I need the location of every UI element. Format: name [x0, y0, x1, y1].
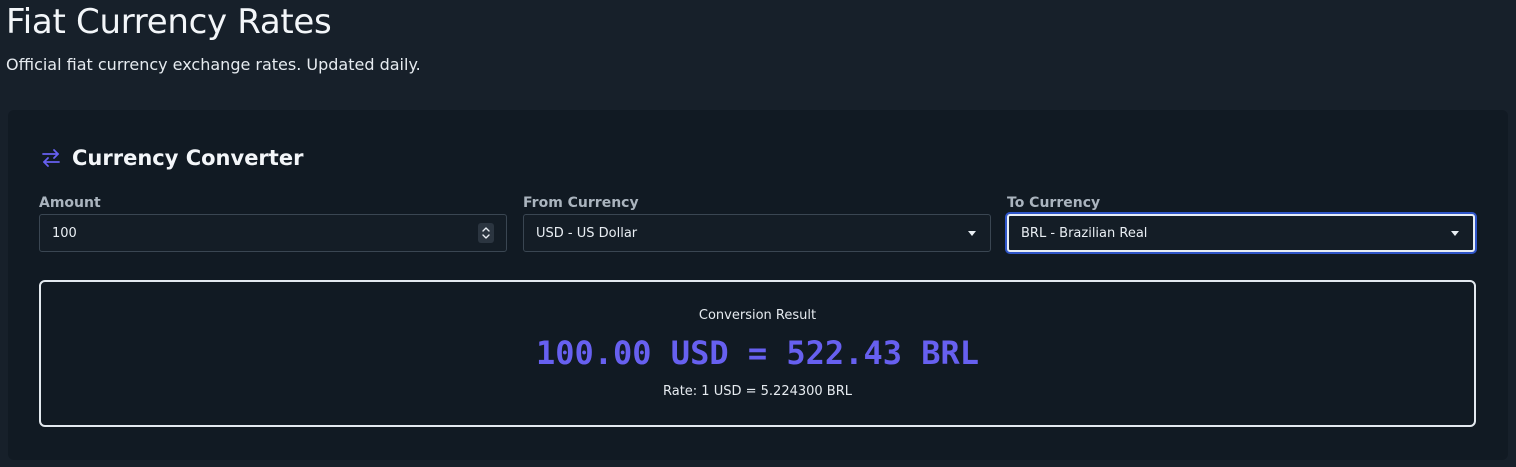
amount-stepper[interactable]	[478, 223, 494, 243]
chevron-down-icon	[1451, 230, 1459, 236]
page: Fiat Currency Rates Official fiat curren…	[0, 0, 1516, 467]
conversion-result-box: Conversion Result 100.00 USD = 522.43 BR…	[39, 280, 1476, 427]
conversion-rate-text: Rate: 1 USD = 5.224300 BRL	[662, 384, 852, 399]
to-currency-value: BRL - Brazilian Real	[1021, 225, 1148, 241]
currency-converter-card: Currency Converter Amount From Currency …	[8, 110, 1508, 460]
conversion-result-label: Conversion Result	[698, 308, 817, 323]
to-currency-select[interactable]: BRL - Brazilian Real	[1007, 214, 1475, 252]
chevron-down-icon	[968, 230, 976, 236]
amount-input[interactable]	[52, 225, 452, 241]
page-title: Fiat Currency Rates	[6, 2, 332, 42]
amount-field: Amount	[39, 195, 507, 252]
amount-label: Amount	[39, 195, 101, 211]
to-currency-label: To Currency	[1007, 195, 1101, 211]
from-currency-select[interactable]: USD - US Dollar	[523, 214, 991, 252]
swap-arrows-icon	[40, 147, 62, 169]
to-currency-field: To Currency BRL - Brazilian Real	[1007, 195, 1475, 252]
amount-input-box	[39, 214, 507, 252]
from-currency-field: From Currency USD - US Dollar	[523, 195, 991, 252]
from-currency-label: From Currency	[523, 195, 639, 211]
card-header: Currency Converter	[40, 146, 303, 170]
card-title: Currency Converter	[72, 146, 304, 170]
page-subtitle: Official fiat currency exchange rates. U…	[6, 55, 421, 74]
conversion-result-value: 100.00 USD = 522.43 BRL	[535, 334, 980, 372]
from-currency-value: USD - US Dollar	[536, 225, 638, 241]
stepper-arrows-icon	[482, 227, 490, 239]
